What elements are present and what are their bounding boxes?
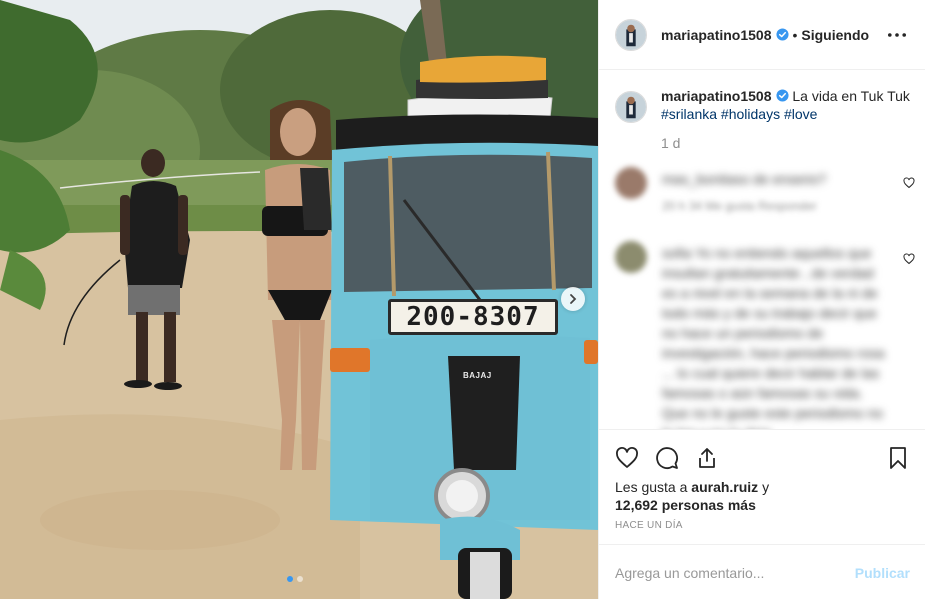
heart-icon [616, 447, 638, 468]
post-sidebar: mariapatino1508 • Siguiendo mariapatino1… [598, 0, 925, 599]
post-caption: mariapatino1508 La vida en Tuk Tuk #sril… [599, 71, 925, 123]
carousel-dot [297, 576, 303, 582]
likes-summary: Les gusta a aurah.ruiz y 12,692 personas… [599, 478, 925, 514]
verified-badge-icon [775, 89, 789, 102]
likes-connector: y [762, 479, 770, 495]
share-button[interactable] [687, 438, 727, 478]
comment-input[interactable] [615, 564, 855, 581]
avatar[interactable] [615, 18, 647, 51]
likes-first-user[interactable]: aurah.ruiz [691, 479, 758, 495]
caption-time-ago[interactable]: 1 d [661, 135, 925, 151]
comment-button[interactable] [647, 438, 687, 478]
author-username[interactable]: mariapatino1508 [661, 27, 772, 43]
comment-item: mas_bonitaso de enserio? 20 h 34 Me gust… [615, 167, 915, 223]
verified-badge-icon [775, 28, 789, 41]
avatar[interactable] [615, 167, 647, 199]
comment-like-icon[interactable] [903, 177, 915, 189]
likes-prefix: Les gusta a [615, 479, 688, 495]
comment-meta: 20 h 34 Me gusta Responder [662, 199, 817, 213]
more-options-button[interactable] [885, 23, 909, 47]
post-photo[interactable]: 200-8307 BAJAJ [0, 0, 598, 599]
profile-photo [616, 19, 646, 50]
share-icon [699, 448, 715, 468]
vehicle-brand-logo: BAJAJ [463, 371, 492, 380]
comment-like-icon[interactable] [903, 253, 915, 265]
caption-hashtags[interactable]: #srilanka #holidays #love [661, 106, 817, 122]
bookmark-icon [890, 447, 906, 469]
comment-item: sofia Yo no entiendo aquellos que insult… [615, 241, 915, 429]
action-buttons-row [599, 430, 925, 478]
carousel-indicator [287, 576, 303, 582]
avatar[interactable] [615, 91, 647, 123]
caption-username[interactable]: mariapatino1508 [661, 88, 772, 104]
carousel-dot [287, 576, 293, 582]
add-comment-box: Publicar [599, 544, 925, 599]
likes-count[interactable]: 12,692 personas más [615, 497, 756, 513]
more-options-icon [888, 32, 906, 37]
license-plate: 200-8307 [388, 299, 558, 335]
comment-bubble-icon [656, 447, 678, 469]
comment-text: mas_bonitaso de enserio? [662, 171, 827, 187]
comment-text: sofia Yo no entiendo aquellos que insult… [662, 245, 885, 429]
caption-body: La vida en Tuk Tuk [792, 88, 910, 104]
instagram-post: 200-8307 BAJAJ mariapatino1508 • Siguien… [0, 0, 925, 599]
comments-list[interactable]: mariapatino1508 La vida en Tuk Tuk #sril… [599, 71, 925, 429]
post-header: mariapatino1508 • Siguiendo [599, 0, 925, 70]
caption-text: mariapatino1508 La vida en Tuk Tuk #sril… [661, 87, 910, 123]
chevron-right-icon [570, 294, 577, 304]
like-button[interactable] [607, 438, 647, 478]
carousel-next-button[interactable] [561, 287, 585, 311]
save-button[interactable] [878, 438, 918, 478]
post-actions: Les gusta a aurah.ruiz y 12,692 personas… [599, 429, 925, 599]
publish-button[interactable]: Publicar [855, 565, 910, 581]
following-button[interactable]: Siguiendo [801, 27, 869, 43]
profile-photo [616, 92, 646, 122]
post-timestamp[interactable]: HACE UN DÍA [599, 514, 925, 531]
avatar[interactable] [615, 241, 647, 273]
header-separator: • [792, 26, 798, 43]
